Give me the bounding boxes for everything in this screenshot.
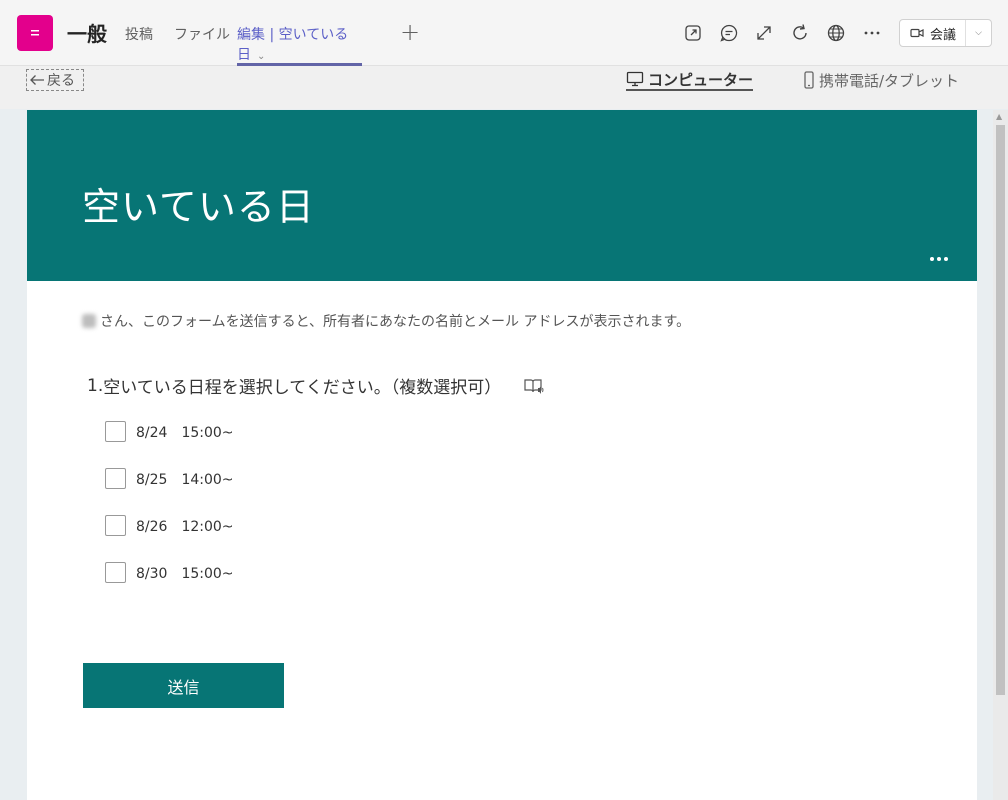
view-mobile-label: 携帯電話/タブレット	[819, 71, 960, 90]
tab-posts[interactable]: 投稿	[125, 24, 153, 66]
app-header: 一般 投稿 ファイル 編集 | 空いている日 ⌄ + 会議 ⌵	[0, 0, 1008, 66]
option-label: 8/30 15:00~	[136, 565, 234, 582]
refresh-icon[interactable]	[788, 21, 812, 45]
tab-edit-form-label: 編集 | 空いている日	[237, 27, 349, 63]
popout-icon[interactable]	[681, 21, 705, 45]
scrollbar[interactable]: ▲	[993, 110, 1008, 800]
option-3[interactable]: 8/26 12:00~	[105, 515, 234, 536]
phone-icon	[804, 71, 814, 89]
checkbox[interactable]	[105, 421, 126, 442]
back-label: 戻る	[47, 73, 75, 89]
option-2[interactable]: 8/25 14:00~	[105, 468, 234, 489]
blurred-user-name	[82, 314, 96, 328]
option-label: 8/26 12:00~	[136, 518, 234, 535]
back-button[interactable]: 戻る	[26, 69, 84, 91]
privacy-notice-text: さん、このフォームを送信すると、所有者にあなたの名前とメール アドレスが表示され…	[100, 314, 691, 330]
question-text: 空いている日程を選択してください。（複数選択可）	[103, 378, 502, 398]
form-title: 空いている日	[82, 185, 315, 229]
checkbox[interactable]	[105, 468, 126, 489]
view-computer-label: コンピューター	[648, 70, 754, 89]
more-options-icon[interactable]	[929, 250, 949, 262]
team-avatar-icon	[31, 30, 39, 36]
meet-label: 会議	[930, 27, 957, 43]
scroll-up-arrow-icon[interactable]: ▲	[996, 112, 1002, 121]
question-1: 1. 空いている日程を選択してください。（複数選択可）	[87, 373, 545, 398]
monitor-icon	[626, 71, 644, 87]
channel-name: 一般	[67, 22, 107, 46]
tab-posts-label: 投稿	[125, 27, 153, 43]
meet-main[interactable]: 会議	[900, 20, 966, 46]
tab-edit-form[interactable]: 編集 | 空いている日 ⌄	[237, 24, 362, 66]
option-label: 8/24 15:00~	[136, 424, 234, 441]
tab-files[interactable]: ファイル	[174, 24, 230, 66]
scroll-thumb[interactable]	[996, 125, 1005, 695]
chat-icon[interactable]	[717, 21, 741, 45]
add-tab-button[interactable]: +	[400, 18, 420, 46]
privacy-notice: さん、このフォームを送信すると、所有者にあなたの名前とメール アドレスが表示され…	[82, 311, 690, 331]
immersive-reader-icon[interactable]	[523, 377, 545, 395]
option-1[interactable]: 8/24 15:00~	[105, 421, 234, 442]
view-mobile-tab[interactable]: 携帯電話/タブレット	[803, 69, 959, 91]
arrow-left-icon	[30, 75, 44, 85]
option-label: 8/25 14:00~	[136, 471, 234, 488]
checkbox[interactable]	[105, 515, 126, 536]
more-icon[interactable]	[860, 21, 884, 45]
globe-icon[interactable]	[824, 21, 848, 45]
option-4[interactable]: 8/30 15:00~	[105, 562, 234, 583]
video-camera-icon	[910, 28, 924, 38]
team-avatar[interactable]	[17, 15, 53, 51]
tab-files-label: ファイル	[174, 27, 230, 43]
checkbox[interactable]	[105, 562, 126, 583]
expand-icon[interactable]	[752, 21, 776, 45]
form-banner: 空いている日	[27, 110, 977, 281]
view-computer-tab[interactable]: コンピューター	[626, 69, 754, 91]
form-card: 空いている日 さん、このフォームを送信すると、所有者にあなたの名前とメール アド…	[27, 110, 977, 800]
chevron-down-icon: ⌄	[257, 51, 266, 62]
meet-button[interactable]: 会議 ⌵	[899, 19, 992, 47]
question-number: 1.	[87, 375, 104, 396]
submit-button[interactable]: 送信	[83, 663, 284, 708]
chevron-down-icon[interactable]: ⌵	[966, 28, 991, 38]
